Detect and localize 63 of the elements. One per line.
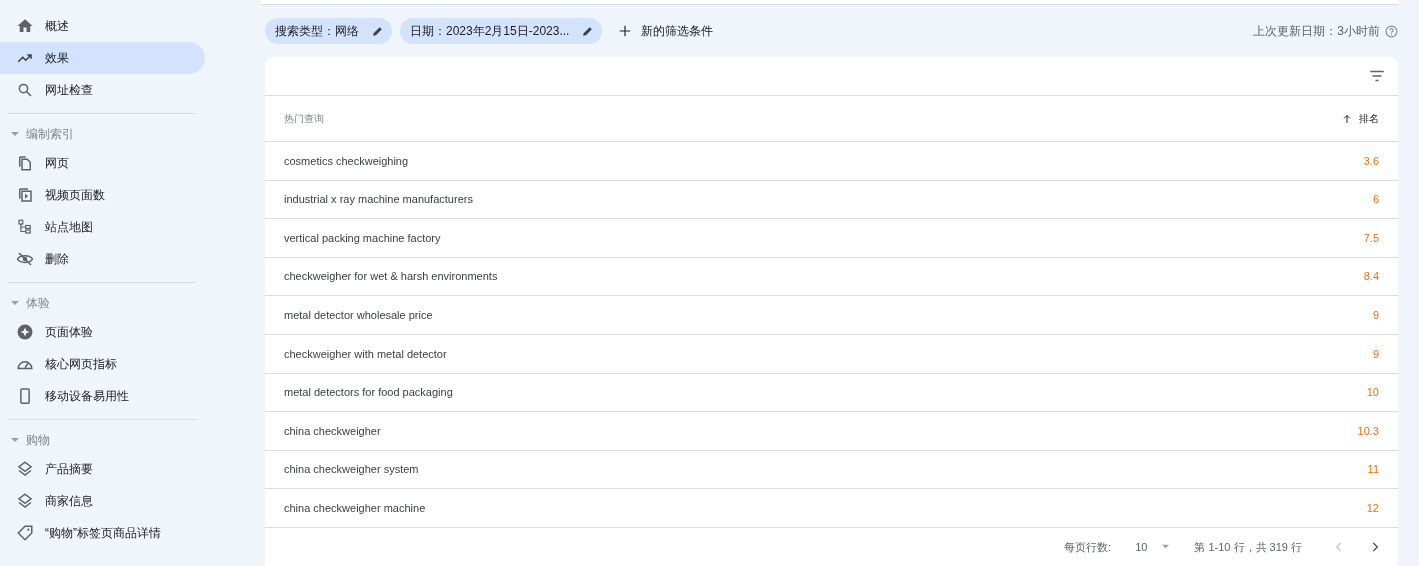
page-range-text: 第 1-10 行，共 319 行: [1194, 539, 1302, 555]
home-icon: [16, 17, 34, 35]
eye-off-icon: [16, 250, 34, 268]
sidebar-item[interactable]: 视频页面数: [0, 179, 205, 211]
query-cell-text: checkweigher for wet & harsh environments: [284, 269, 499, 285]
sidebar-item[interactable]: “购物”标签页商品详情: [0, 517, 205, 549]
query-cell-text: metal detector wholesale price: [284, 307, 434, 323]
search-icon: [16, 81, 34, 99]
sidebar-item[interactable]: 概述: [0, 10, 205, 42]
query-cell-text: metal detectors for food packaging: [284, 385, 454, 401]
video-page-icon: [16, 186, 34, 204]
query-cell-text: vertical packing machine factory: [284, 230, 442, 246]
help-icon[interactable]: [1385, 24, 1398, 38]
query-cell-text: industrial x ray machine manufacturers: [284, 192, 474, 208]
rows-per-page-select[interactable]: 10: [1135, 538, 1171, 556]
sort-arrow-icon: [1341, 112, 1353, 125]
query-cell-text: checkweigher with metal detector: [284, 346, 448, 362]
column-header: 热门查询: [284, 112, 325, 126]
sidebar-item[interactable]: 商家信息: [0, 485, 205, 517]
caret-icon: [10, 129, 20, 139]
plus-icon: [618, 24, 633, 38]
last-updated-text: 上次更新日期：3小时前: [1253, 23, 1380, 40]
filter-chip[interactable]: 日期：2023年2月15日-2023...: [400, 18, 603, 44]
sitemap-icon: [16, 218, 34, 236]
rank-cell-text: 9: [1372, 346, 1379, 362]
pages-icon: [16, 154, 34, 172]
pencil-icon: [581, 24, 595, 38]
section-header[interactable]: 购物: [0, 427, 205, 453]
sidebar-item[interactable]: 核心网页指标: [0, 348, 205, 380]
caret-icon: [10, 298, 20, 308]
sidebar-item[interactable]: 站点地图: [0, 211, 205, 243]
query-cell-text: cosmetics checkweighing: [284, 153, 410, 169]
rank-cell-text: 10.3: [1357, 423, 1379, 439]
sidebar-item[interactable]: 页面体验: [0, 316, 205, 348]
add-filter-button[interactable]: 新的筛选条件: [618, 22, 714, 40]
sparkle-icon: [16, 323, 34, 341]
section-header[interactable]: 体验: [0, 290, 205, 316]
sidebar-item[interactable]: 删除: [0, 243, 205, 275]
rank-cell-text: 8.4: [1363, 269, 1379, 285]
section-header[interactable]: 编制索引: [0, 121, 205, 147]
tag-icon: [16, 524, 34, 542]
rank-cell-text: 6: [1372, 192, 1379, 208]
layers-icon: [16, 460, 34, 478]
pencil-icon: [371, 24, 384, 38]
sidebar-item[interactable]: 效果: [0, 42, 205, 74]
rank-cell-text: 7.5: [1363, 230, 1379, 246]
query-cell-text: china checkweigher: [284, 423, 382, 439]
sidebar-item[interactable]: 移动设备易用性: [0, 380, 205, 412]
sidebar-item[interactable]: 网址检查: [0, 74, 205, 106]
query-cell-text: china checkweigher machine: [284, 500, 427, 516]
rows-per-page-label: 每页行数:: [1064, 539, 1112, 555]
rank-cell-text: 3.6: [1363, 153, 1379, 169]
filter-chip[interactable]: 搜索类型：网络: [265, 18, 392, 44]
rank-cell-text: 11: [1367, 462, 1379, 478]
rank-cell-text: 10: [1366, 385, 1379, 401]
rank-cell-text: 9: [1372, 307, 1379, 323]
caret-icon: [10, 435, 20, 445]
rank-cell-text: 12: [1366, 500, 1379, 516]
layers-icon: [16, 492, 34, 510]
column-header[interactable]: 排名: [1341, 111, 1379, 126]
sidebar-item[interactable]: 产品摘要: [0, 453, 205, 485]
sidebar-item[interactable]: 网页: [0, 147, 205, 179]
query-cell-text: china checkweigher system: [284, 462, 420, 478]
